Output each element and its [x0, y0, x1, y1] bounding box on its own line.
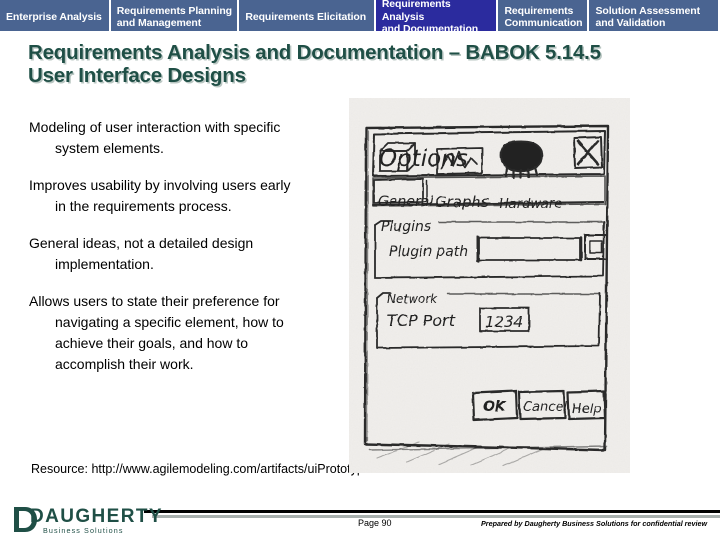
sketch-window-title: Options	[379, 146, 468, 172]
footer-rule-thin	[152, 515, 720, 518]
tab-label-line: Requirements Elicitation	[245, 10, 367, 23]
tab-requirements-elicitation[interactable]: Requirements Elicitation	[239, 0, 374, 31]
page-title-line-1: Requirements Analysis and Documentation …	[28, 41, 601, 64]
logo-wordmark: DAUGHERTY	[30, 506, 163, 527]
bullet-list: Modeling of user interaction with specif…	[29, 117, 294, 375]
sketch-value-tcp-port: 1234	[485, 313, 523, 331]
tab-label-line: and Documentation	[381, 23, 479, 31]
tab-label-line: Solution Assessment	[595, 4, 700, 17]
page-title-line-2: User Interface Designs	[28, 64, 246, 87]
sketch-label-tcp-port: TCP Port	[387, 311, 456, 330]
bullet-item: Modeling of user interaction with specif…	[29, 119, 281, 156]
footer-rule-thick	[144, 510, 720, 513]
sketch-tab-graphs: Graphs	[435, 193, 489, 211]
process-tab-bar: Enterprise Analysis Requirements Planning…	[0, 0, 720, 31]
bullet-item: Allows users to state their preference f…	[29, 293, 284, 372]
sketch-label-plugin-path: Plugin path	[389, 244, 468, 260]
bullet-item: General ideas, not a detailed design imp…	[29, 235, 254, 272]
tab-label-line: and Management	[116, 17, 202, 29]
tab-label-line: and Validation	[595, 17, 666, 29]
tab-solution-assessment-and-validation[interactable]: Solution Assessment and Validation	[589, 0, 719, 31]
resource-link-text: Resource: http://www.agilemodeling.com/a…	[31, 462, 396, 476]
tab-requirements-communication[interactable]: Requirements Communication	[498, 0, 588, 31]
page-number: Page 90	[358, 518, 392, 528]
sketch-button-help: Help	[572, 402, 602, 417]
sketch-button-ok: OK	[483, 399, 507, 415]
sketch-group-network: Network	[387, 292, 438, 306]
tab-label-line: Requirements	[504, 4, 574, 17]
tab-requirements-analysis-and-documentation[interactable]: Requirements Analysis and Documentation	[375, 0, 497, 31]
tab-enterprise-analysis[interactable]: Enterprise Analysis	[0, 0, 109, 31]
tab-label-line: Communication	[504, 17, 583, 29]
daugherty-logo: DAUGHERTY Business Solutions	[12, 504, 162, 537]
sketch-button-cancel: Cancel	[523, 400, 567, 415]
bullet-item: Improves usability by involving users ea…	[29, 177, 291, 214]
confidentiality-notice: Prepared by Daugherty Business Solutions…	[481, 519, 708, 528]
sketch-tab-general: General	[378, 194, 433, 210]
ui-prototype-sketch-image: Options General Graphs Hardware Plugins …	[349, 98, 630, 473]
page-title: Requirements Analysis and Documentation …	[28, 41, 698, 87]
tab-label-line: Requirements Planning	[116, 4, 232, 17]
sketch-tab-hardware: Hardware	[499, 197, 562, 212]
tab-requirements-planning-and-management[interactable]: Requirements Planning and Management	[110, 0, 238, 31]
tab-label-line: Requirements Analysis	[381, 0, 451, 23]
logo-tagline: Business Solutions	[43, 526, 124, 535]
tab-label-line: Enterprise Analysis	[6, 10, 102, 23]
sketch-group-plugins: Plugins	[381, 219, 431, 235]
